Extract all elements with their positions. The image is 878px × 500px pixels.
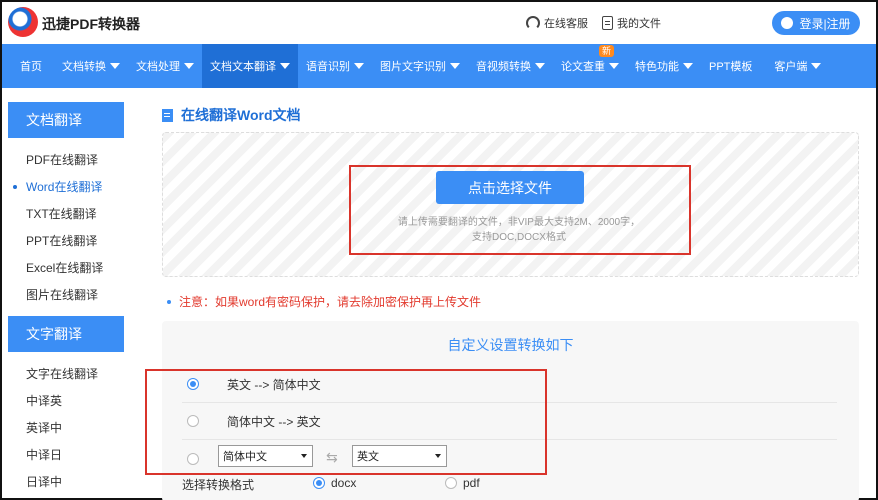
sidebar-item-zh-en[interactable]: 中译英 bbox=[8, 387, 124, 414]
login-register-button[interactable]: 登录|注册 bbox=[772, 11, 860, 35]
nav-home-label: 首页 bbox=[20, 61, 42, 73]
choose-file-button[interactable]: 点击选择文件 bbox=[436, 171, 584, 204]
nav-client[interactable]: 客户端 bbox=[766, 44, 829, 88]
nav-speech-label: 语音识别 bbox=[306, 61, 350, 73]
nav-ocr[interactable]: 图片文字识别 bbox=[372, 44, 468, 88]
format-pdf-label: pdf bbox=[463, 476, 480, 490]
password-warning-text: 注意：如果word有密码保护，请去除加密保护再上传文件 bbox=[179, 295, 482, 309]
nav-doc-convert-label: 文档转换 bbox=[62, 61, 106, 73]
sidebar-heading-doc-translate: 文档翻译 bbox=[8, 102, 124, 138]
brand-name[interactable]: 迅捷PDF转换器 bbox=[42, 14, 140, 34]
nav-features-label: 特色功能 bbox=[635, 61, 679, 73]
document-icon bbox=[162, 108, 173, 122]
page-title: 在线翻译Word文档 bbox=[162, 105, 301, 125]
sidebar-item-ja-zh[interactable]: 日译中 bbox=[8, 468, 124, 495]
format-docx-label: docx bbox=[331, 476, 357, 490]
online-service-link[interactable]: 在线客服 bbox=[526, 15, 588, 31]
nav-av-convert-label: 音视频转换 bbox=[476, 61, 531, 73]
nav-ppt-templates[interactable]: PPT模板 bbox=[701, 44, 766, 88]
nav-features[interactable]: 特色功能 bbox=[627, 44, 701, 88]
format-pdf-option[interactable]: pdf bbox=[445, 476, 480, 490]
password-warning: 注意：如果word有密码保护，请去除加密保护再上传文件 bbox=[167, 293, 481, 310]
sidebar-item-ppt-translate[interactable]: PPT在线翻译 bbox=[8, 227, 124, 254]
format-row: 选择转换格式 bbox=[182, 476, 254, 493]
sidebar-item-word-translate[interactable]: Word在线翻译 bbox=[8, 173, 124, 200]
radio-pdf[interactable] bbox=[445, 477, 457, 489]
upload-hint-line1: 请上传需要翻译的文件，非VIP最大支持2M、2000字， bbox=[397, 217, 641, 228]
sidebar-item-pdf-translate[interactable]: PDF在线翻译 bbox=[8, 146, 124, 173]
settings-title: 自定义设置转换如下 bbox=[447, 337, 574, 353]
nav-paper-check-label: 论文查重 bbox=[561, 61, 605, 73]
login-label: 登录|注册 bbox=[799, 16, 851, 31]
sidebar: 文档翻译 PDF在线翻译 Word在线翻译 TXT在线翻译 PPT在线翻译 Ex… bbox=[8, 102, 124, 500]
bullet-icon bbox=[167, 299, 171, 304]
sidebar-item-text-online[interactable]: 文字在线翻译 bbox=[8, 360, 124, 387]
sidebar-item-image-translate[interactable]: 图片在线翻译 bbox=[8, 281, 124, 308]
top-header: 迅捷PDF转换器 在线客服 我的文件 登录|注册 bbox=[2, 2, 876, 44]
caret-down-icon bbox=[535, 63, 545, 69]
caret-down-icon bbox=[354, 63, 364, 69]
sidebar-text-list: 文字在线翻译 中译英 英译中 中译日 日译中 bbox=[8, 352, 124, 500]
main-nav: 首页 文档转换 文档处理 文档文本翻译 语音识别 图片文字识别 音视频转换 论文… bbox=[2, 44, 876, 88]
caret-down-icon bbox=[450, 63, 460, 69]
user-icon bbox=[781, 17, 794, 29]
format-label: 选择转换格式 bbox=[182, 478, 255, 492]
nav-doc-convert[interactable]: 文档转换 bbox=[54, 44, 128, 88]
nav-doc-process[interactable]: 文档处理 bbox=[128, 44, 202, 88]
headset-icon bbox=[526, 16, 540, 30]
my-files-label: 我的文件 bbox=[617, 18, 661, 30]
highlight-box-options bbox=[145, 369, 547, 475]
sidebar-item-zh-ja[interactable]: 中译日 bbox=[8, 441, 124, 468]
upload-hint: 请上传需要翻译的文件，非VIP最大支持2M、2000字， 支持DOC,DOCX格… bbox=[362, 215, 676, 245]
sidebar-heading-text-translate: 文字翻译 bbox=[8, 316, 124, 352]
sidebar-doc-list: PDF在线翻译 Word在线翻译 TXT在线翻译 PPT在线翻译 Excel在线… bbox=[8, 138, 124, 316]
online-service-label: 在线客服 bbox=[544, 18, 588, 30]
my-files-link[interactable]: 我的文件 bbox=[602, 15, 661, 31]
sidebar-item-excel-translate[interactable]: Excel在线翻译 bbox=[8, 254, 124, 281]
caret-down-icon bbox=[184, 63, 194, 69]
nav-home[interactable]: 首页 bbox=[2, 44, 54, 88]
radio-docx[interactable] bbox=[313, 477, 325, 489]
caret-down-icon bbox=[609, 63, 619, 69]
nav-paper-check[interactable]: 论文查重 新 bbox=[553, 44, 627, 88]
sidebar-item-en-zh[interactable]: 英译中 bbox=[8, 414, 124, 441]
nav-av-convert[interactable]: 音视频转换 bbox=[468, 44, 553, 88]
format-docx-option[interactable]: docx bbox=[313, 476, 356, 490]
nav-ocr-label: 图片文字识别 bbox=[380, 61, 446, 73]
sidebar-item-txt-translate[interactable]: TXT在线翻译 bbox=[8, 200, 124, 227]
document-icon bbox=[602, 16, 613, 30]
logo-icon[interactable] bbox=[8, 7, 38, 37]
caret-down-icon bbox=[280, 63, 290, 69]
caret-down-icon bbox=[683, 63, 693, 69]
caret-down-icon bbox=[110, 63, 120, 69]
nav-doc-process-label: 文档处理 bbox=[136, 61, 180, 73]
page-title-text: 在线翻译Word文档 bbox=[181, 107, 301, 123]
upload-hint-line2: 支持DOC,DOCX格式 bbox=[472, 232, 566, 243]
nav-speech[interactable]: 语音识别 bbox=[298, 44, 372, 88]
nav-ppt-templates-label: PPT模板 bbox=[709, 61, 753, 73]
new-badge: 新 bbox=[599, 45, 615, 57]
caret-down-icon bbox=[811, 63, 822, 69]
nav-doc-translate-label: 文档文本翻译 bbox=[210, 61, 276, 73]
nav-client-label: 客户端 bbox=[774, 61, 808, 73]
nav-doc-translate[interactable]: 文档文本翻译 bbox=[202, 44, 298, 88]
